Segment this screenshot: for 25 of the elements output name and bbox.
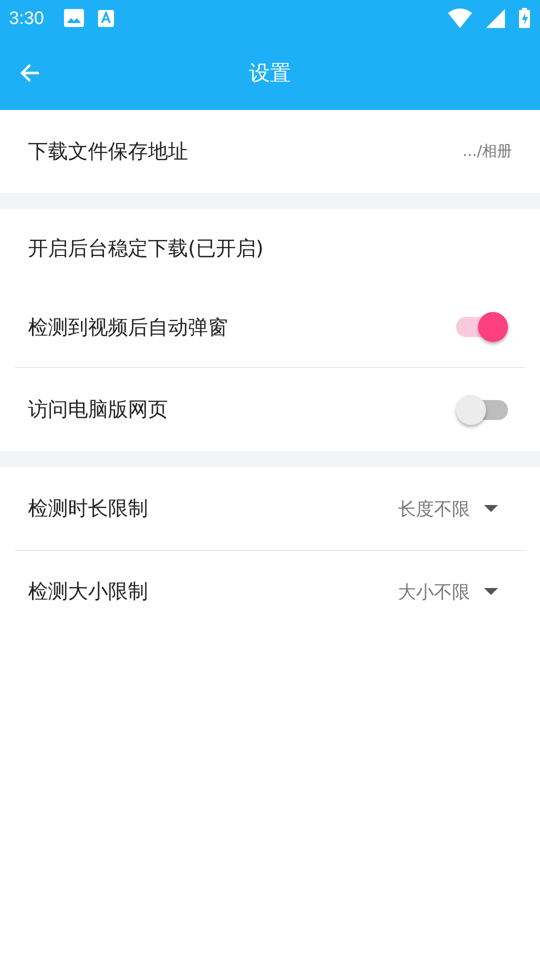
settings-row[interactable]: 检测到视频后自动弹窗 bbox=[15, 287, 525, 367]
settings-row[interactable]: 开启后台稳定下载(已开启) bbox=[15, 209, 525, 287]
signal-icon bbox=[486, 8, 505, 28]
page-title: 设置 bbox=[249, 60, 291, 87]
setting-label: 检测到视频后自动弹窗 bbox=[28, 314, 229, 340]
setting-label: 开启后台稳定下载(已开启) bbox=[28, 234, 265, 262]
text-icon bbox=[98, 10, 114, 26]
settings-row[interactable]: 下载文件保存地址 .../相册 bbox=[15, 110, 525, 193]
battery-icon bbox=[519, 8, 530, 28]
dropdown[interactable]: 大小不限 bbox=[398, 580, 498, 604]
toggle-switch[interactable] bbox=[456, 394, 508, 424]
toggle-switch[interactable] bbox=[456, 312, 508, 342]
setting-label: 检测大小限制 bbox=[28, 578, 149, 605]
status-time: 3:30 bbox=[9, 8, 44, 28]
caret-icon bbox=[484, 505, 498, 512]
dropdown[interactable]: 长度不限 bbox=[398, 496, 498, 520]
settings-row[interactable]: 检测时长限制 长度不限 bbox=[15, 467, 525, 550]
settings-row[interactable]: 检测大小限制 大小不限 bbox=[15, 550, 525, 632]
setting-label: 下载文件保存地址 bbox=[28, 138, 189, 165]
wifi-icon bbox=[448, 8, 472, 28]
setting-label: 访问电脑版网页 bbox=[28, 396, 169, 423]
caret-icon bbox=[484, 588, 498, 595]
path-value: .../相册 bbox=[462, 142, 512, 161]
setting-label: 检测时长限制 bbox=[28, 495, 149, 522]
image-icon bbox=[64, 9, 84, 27]
